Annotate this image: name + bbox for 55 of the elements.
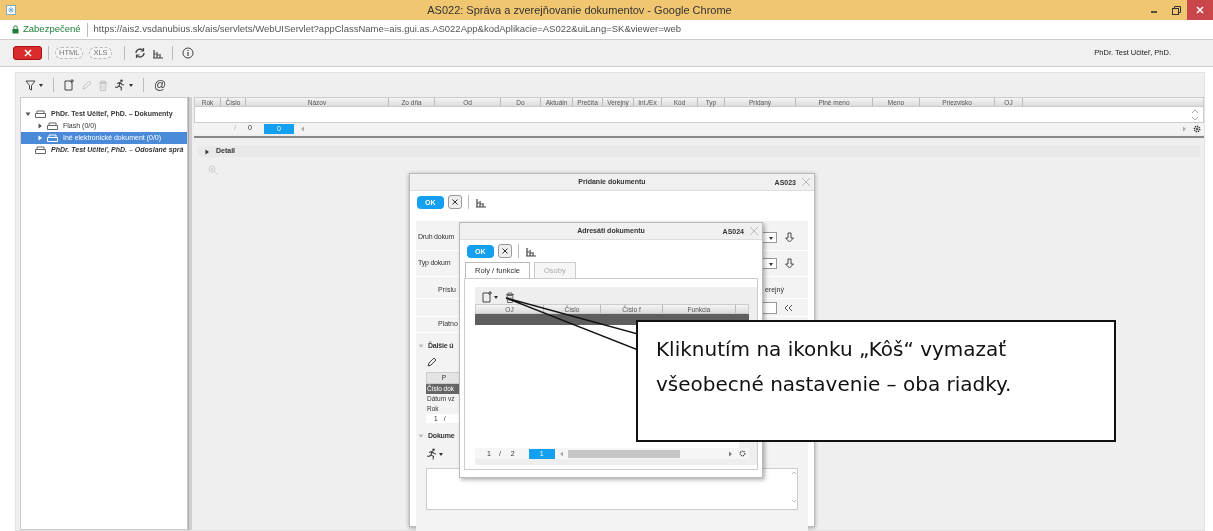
caret-icon xyxy=(128,82,134,88)
folder-icon xyxy=(47,134,58,142)
caret-icon xyxy=(438,450,444,457)
close-icon xyxy=(451,199,458,205)
callout: Kliknutím na ikonku „Kôš“ vymazať všeobecné nastavenie – oba riadky. xyxy=(636,320,1116,442)
email-button[interactable]: @ xyxy=(150,76,171,94)
url-text[interactable]: https://ais2.vsdanubius.sk/ais/servlets/WebUIServlet?appClassName=ais.gui.as.AS022App&kodAplikacie=AS022&uiLang=SK&viewer=web xyxy=(93,22,682,37)
filter-button[interactable] xyxy=(23,79,46,91)
restore-icon xyxy=(1171,5,1181,15)
pencil-icon[interactable] xyxy=(426,357,437,368)
filter-icon xyxy=(25,79,36,91)
close-icon xyxy=(23,49,32,57)
info-button[interactable] xyxy=(179,47,196,59)
expand-icon[interactable] xyxy=(37,123,43,129)
running-figure-icon[interactable] xyxy=(426,447,438,460)
folder-icon xyxy=(35,146,46,154)
folder-icon xyxy=(35,110,46,118)
lock-icon xyxy=(12,25,19,34)
close-button[interactable] xyxy=(1187,0,1213,20)
down-arrow-icon[interactable] xyxy=(785,258,794,269)
folder-icon xyxy=(47,122,58,130)
double-chevron-icon[interactable] xyxy=(784,303,793,312)
trash-icon xyxy=(505,291,515,303)
run-button[interactable] xyxy=(112,79,136,91)
gear-icon[interactable] xyxy=(1193,124,1201,133)
close-button[interactable] xyxy=(13,46,42,60)
expand-icon[interactable] xyxy=(204,148,210,155)
gear-icon[interactable] xyxy=(739,450,746,458)
window-title: AS022: Správa a zverejňovanie dokumentov - Google Chrome xyxy=(426,2,733,18)
new-document-icon xyxy=(481,291,493,304)
chart-icon[interactable] xyxy=(524,245,536,257)
caret-icon xyxy=(493,294,499,301)
pencil-icon xyxy=(81,79,92,91)
new-document-button[interactable] xyxy=(61,79,77,91)
cancel-button[interactable] xyxy=(497,244,512,258)
scrollbar-thumb[interactable] xyxy=(567,449,680,458)
app-icon xyxy=(6,5,16,15)
refresh-icon xyxy=(133,47,146,59)
close-icon xyxy=(1196,6,1204,14)
down-arrow-icon[interactable] xyxy=(785,232,794,243)
running-figure-icon xyxy=(114,79,126,91)
trash-icon xyxy=(98,79,108,91)
caret-icon xyxy=(768,260,774,267)
cancel-button[interactable] xyxy=(447,195,462,209)
caret-icon xyxy=(768,234,774,241)
close-icon xyxy=(501,248,508,254)
expand-icon[interactable] xyxy=(25,111,31,117)
info-icon xyxy=(181,47,194,59)
security-label: Zabezpečené xyxy=(23,22,81,37)
chart-icon[interactable] xyxy=(474,196,486,208)
caret-icon xyxy=(38,82,44,88)
new-document-button[interactable] xyxy=(479,291,501,304)
scroll-right-icon[interactable] xyxy=(728,450,733,457)
chart-icon xyxy=(151,47,163,59)
new-document-icon xyxy=(63,79,75,91)
